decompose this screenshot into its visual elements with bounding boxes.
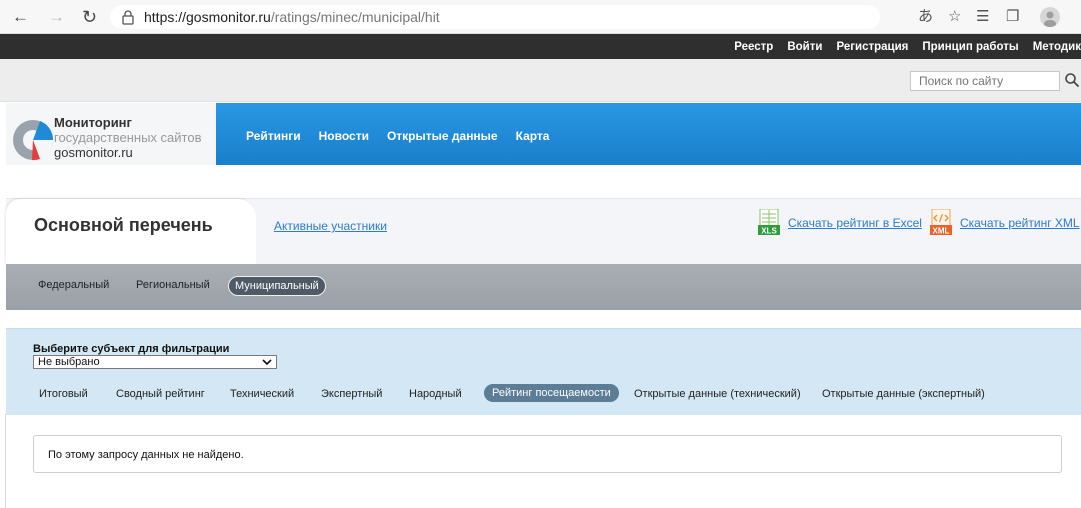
browser-toolbar: ← → ↻ https://gosmonitor.ru/ratings/mine… [0,0,1081,34]
subtab-open-data-technical[interactable]: Открытые данные (технический) [634,388,801,400]
download-xml-link[interactable]: Скачать рейтинг XML [960,216,1080,230]
favorites-list-icon[interactable]: ☰ [976,7,989,27]
collections-icon[interactable]: ❐ [1006,7,1019,27]
category-municipal[interactable]: Муниципальный [228,276,326,296]
logo-title: Мониторинг [54,115,132,130]
no-data-message-box: По этому запросу данных не найдено. [33,435,1062,473]
filter-label: Выберите субъект для фильтрации [33,343,230,355]
content-border [5,414,6,508]
top-link-methodology[interactable]: Методик [1033,41,1081,53]
logo-domain: gosmonitor.ru [54,145,133,160]
url-text: https://gosmonitor.ru/ratings/minec/muni… [144,9,440,25]
nav-open-data[interactable]: Открытые данные [387,129,498,143]
main-nav: Рейтинги Новости Открытые данные Карта [246,129,567,143]
category-regional[interactable]: Региональный [136,279,210,291]
subtab-open-data-expert[interactable]: Открытые данные (экспертный) [822,388,985,400]
logo-icon [13,120,54,161]
nav-map[interactable]: Карта [516,129,550,143]
forward-arrow-icon[interactable]: → [48,6,65,28]
subtab-summary-rating[interactable]: Сводный рейтинг [116,388,205,400]
tab-main-list[interactable]: Основной перечень [6,199,256,265]
download-excel-link[interactable]: Скачать рейтинг в Excel [788,216,922,230]
reload-icon[interactable]: ↻ [82,6,97,28]
search-input[interactable] [910,71,1060,91]
category-federal[interactable]: Федеральный [38,279,109,291]
translate-icon[interactable]: あ [918,7,933,27]
logo[interactable]: Мониторинг государственных сайтов gosmon… [6,103,216,165]
subtab-expert[interactable]: Экспертный [321,388,382,400]
filter-panel: Выберите субъект для фильтрации Не выбра… [6,328,1081,415]
url-domain: https://gosmonitor.ru [144,9,271,25]
logo-subtitle: государственных сайтов [54,130,202,145]
back-arrow-icon[interactable]: ← [12,6,29,28]
subtab-attendance-rating[interactable]: Рейтинг посещаемости [484,384,619,402]
user-icon [1044,11,1056,27]
site-header: Мониторинг государственных сайтов gosmon… [6,103,1081,165]
list-tabs: Основной перечень Активные участники XLS… [6,198,1081,265]
tab-main-list-label: Основной перечень [34,215,213,235]
profile-avatar[interactable] [1040,7,1060,27]
tab-active-participants[interactable]: Активные участники [274,219,387,233]
nav-news[interactable]: Новости [319,129,369,143]
site-top-bar: Реестр Войти Регистрация Принцип работы … [0,34,1081,59]
xml-file-icon[interactable]: XML [930,209,952,237]
url-path: /ratings/minec/municipal/hit [270,9,440,25]
lock-icon [122,10,134,25]
subject-filter-select[interactable]: Не выбрано [33,355,277,369]
level-category-bar: Федеральный Региональный Муниципальный [6,264,1081,310]
subtab-public[interactable]: Народный [409,388,462,400]
filter-selected-value: Не выбрано [38,356,100,368]
top-link-principles[interactable]: Принцип работы [922,41,1018,53]
no-data-message: По этому запросу данных не найдено. [48,449,244,461]
address-bar[interactable]: https://gosmonitor.ru/ratings/minec/muni… [110,5,880,29]
svg-text:XML: XML [933,227,950,236]
nav-ratings[interactable]: Рейтинги [246,129,301,143]
subtab-total[interactable]: Итоговый [39,388,88,400]
chevron-down-icon [262,359,272,366]
search-icon[interactable] [1064,72,1080,88]
top-link-registry[interactable]: Реестр [734,41,773,53]
top-link-register[interactable]: Регистрация [836,41,908,53]
top-links: Реестр Войти Регистрация Принцип работы … [720,34,1081,59]
excel-file-icon[interactable]: XLS [758,209,780,237]
svg-text:XLS: XLS [761,227,777,236]
top-link-login[interactable]: Войти [787,41,822,53]
favorite-star-icon[interactable]: ☆ [948,7,961,27]
subtab-technical[interactable]: Технический [230,388,294,400]
